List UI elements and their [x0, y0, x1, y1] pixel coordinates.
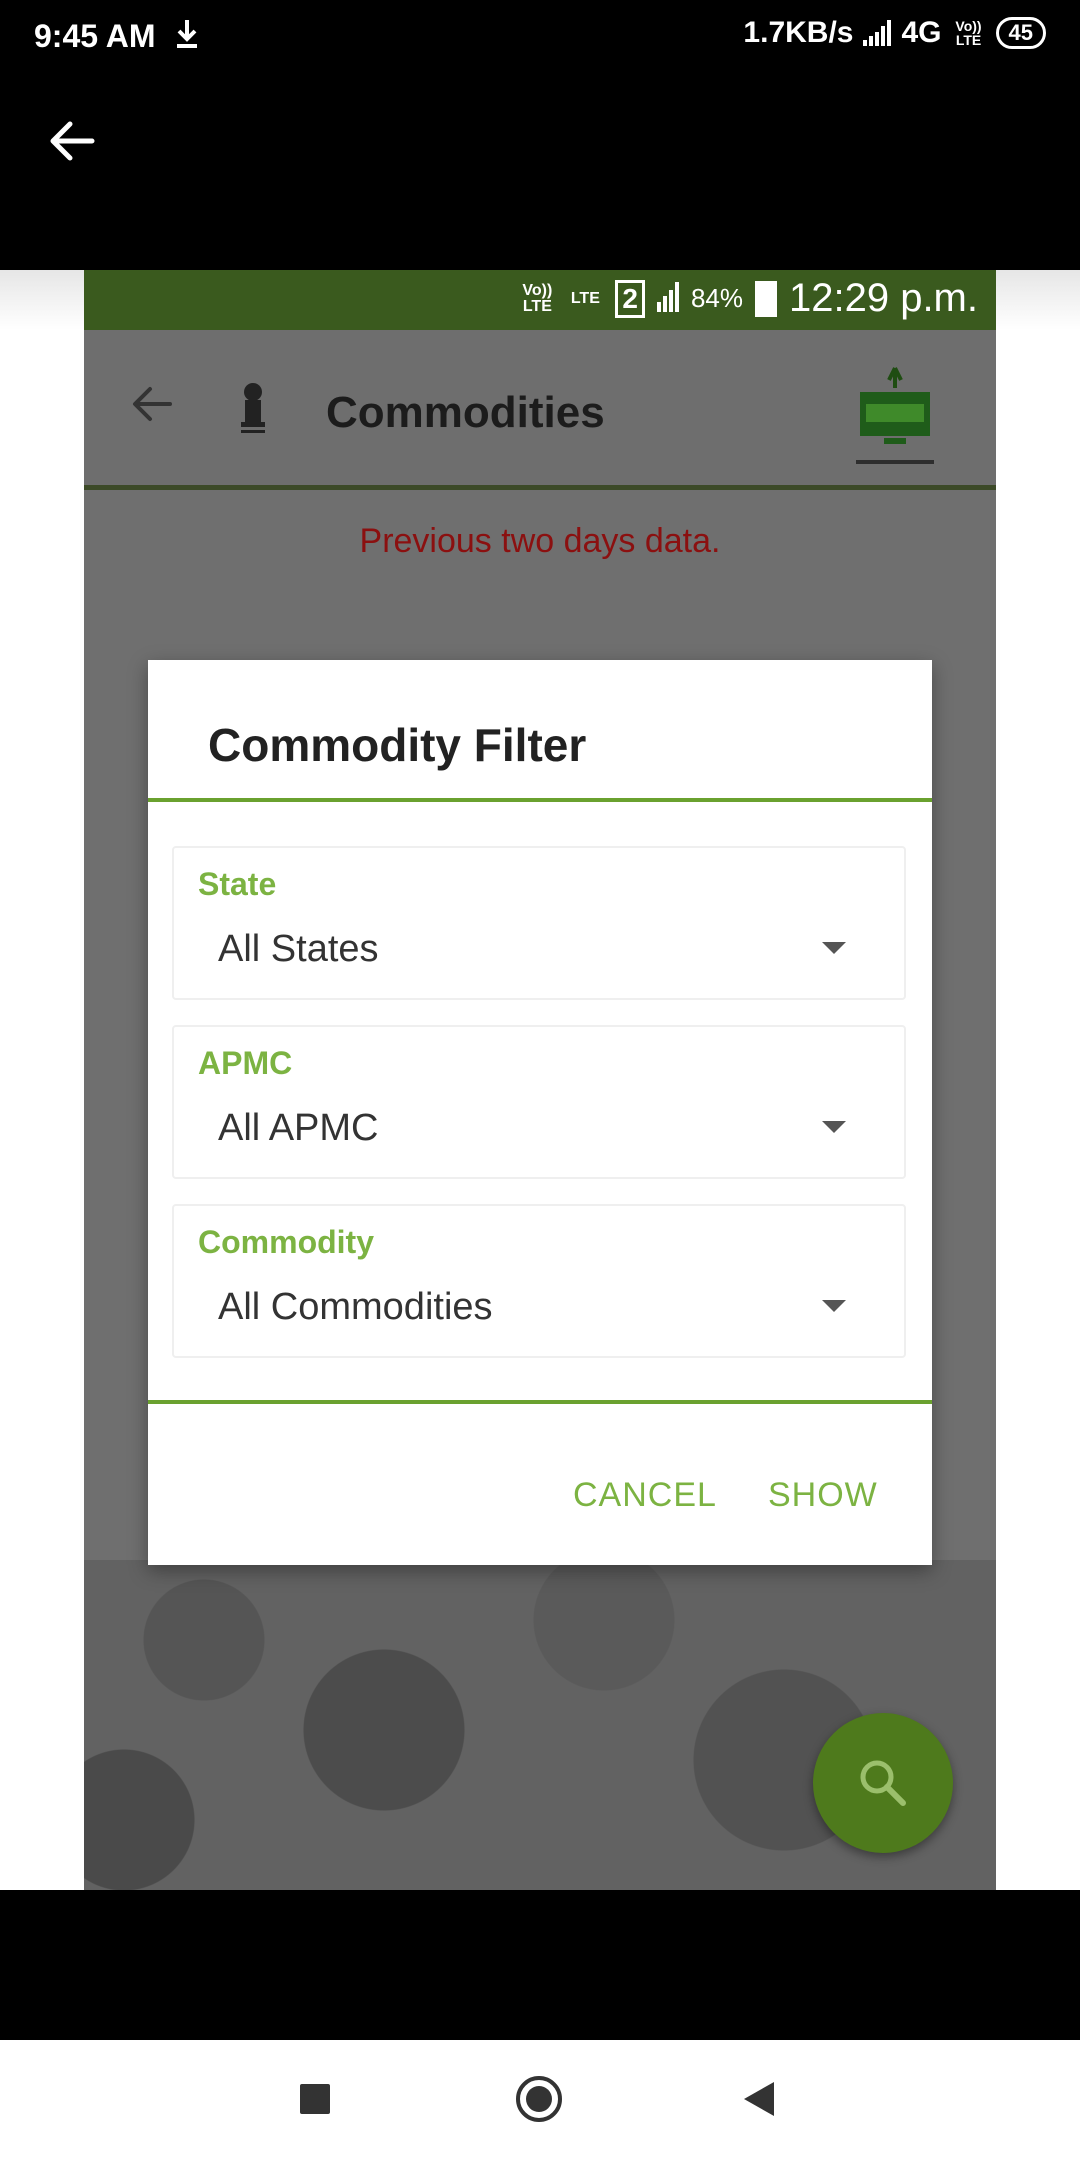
field-label: Commodity: [198, 1224, 374, 1260]
arrow-left-icon[interactable]: [128, 380, 176, 428]
show-button[interactable]: SHOW: [768, 1476, 878, 1515]
app-screenshot: Vo)) LTE LTE 2 84% 12:29 p.m. Commoditie…: [84, 270, 996, 1890]
status-time: 9:45 AM: [34, 18, 156, 54]
dialog-title: Commodity Filter: [208, 719, 587, 771]
app-status-bar: Vo)) LTE LTE 2 84% 12:29 p.m.: [84, 270, 996, 330]
signal-icon: [863, 20, 892, 46]
field-value: All Commodities: [218, 1286, 493, 1328]
inner-battery-pct: 84%: [690, 283, 743, 313]
status-right-group: 1.7KB/s 4G Vo)) LTE 45: [743, 16, 1046, 50]
search-fab[interactable]: [813, 1713, 953, 1853]
inner-sim: 2: [615, 279, 645, 318]
cancel-button[interactable]: CANCEL: [573, 1476, 717, 1515]
chevron-down-icon: [822, 1121, 846, 1133]
screenshot-viewer: Vo)) LTE LTE 2 84% 12:29 p.m. Commoditie…: [0, 270, 1080, 1890]
chevron-down-icon: [822, 1300, 846, 1312]
page-title: Commodities: [326, 388, 605, 437]
field-value: All States: [218, 928, 379, 970]
emblem-icon: [241, 383, 265, 433]
field-label: State: [198, 866, 277, 902]
volte-indicator: Vo)) LTE: [955, 18, 982, 48]
commodity-dropdown[interactable]: Commodity All Commodities: [172, 1204, 906, 1358]
inner-volte: Vo)) LTE: [522, 281, 553, 315]
inner-lte: LTE: [570, 289, 600, 307]
dialog-divider-top: [148, 798, 932, 802]
network-type: 4G: [901, 16, 942, 49]
app-status-right: Vo)) LTE LTE 2 84% 12:29 p.m.: [519, 276, 978, 321]
inner-battery-icon: [754, 280, 777, 317]
apmc-dropdown[interactable]: APMC All APMC: [172, 1025, 906, 1179]
data-notice: Previous two days data.: [359, 522, 721, 560]
home-icon[interactable]: [516, 2076, 562, 2122]
viewer-header: [0, 70, 1080, 270]
battery-indicator: 45: [995, 17, 1046, 49]
device-status-bar: 9:45 AM 1.7KB/s 4G Vo)) LTE 45: [0, 0, 1080, 70]
app-toolbar: Commodities: [84, 330, 996, 490]
search-icon: [860, 1760, 906, 1806]
chevron-down-icon: [822, 942, 846, 954]
recents-icon[interactable]: [300, 2084, 330, 2114]
arrow-left-icon[interactable]: [46, 115, 98, 167]
viewer-bottom-band: [0, 1890, 1080, 2040]
state-dropdown[interactable]: State All States: [172, 846, 906, 1000]
inner-signal-icon: [656, 281, 679, 312]
back-icon[interactable]: [744, 2082, 774, 2116]
field-value: All APMC: [218, 1107, 379, 1149]
field-label: APMC: [198, 1045, 293, 1081]
enam-logo: [856, 367, 934, 464]
net-speed: 1.7KB/s: [743, 16, 854, 49]
dialog-divider-bottom: [148, 1400, 932, 1404]
download-icon: [177, 20, 197, 48]
system-nav-bar: [0, 2040, 1080, 2160]
inner-time: 12:29 p.m.: [788, 276, 978, 320]
commodity-filter-dialog: Commodity Filter State All States APMC A…: [148, 660, 932, 1565]
